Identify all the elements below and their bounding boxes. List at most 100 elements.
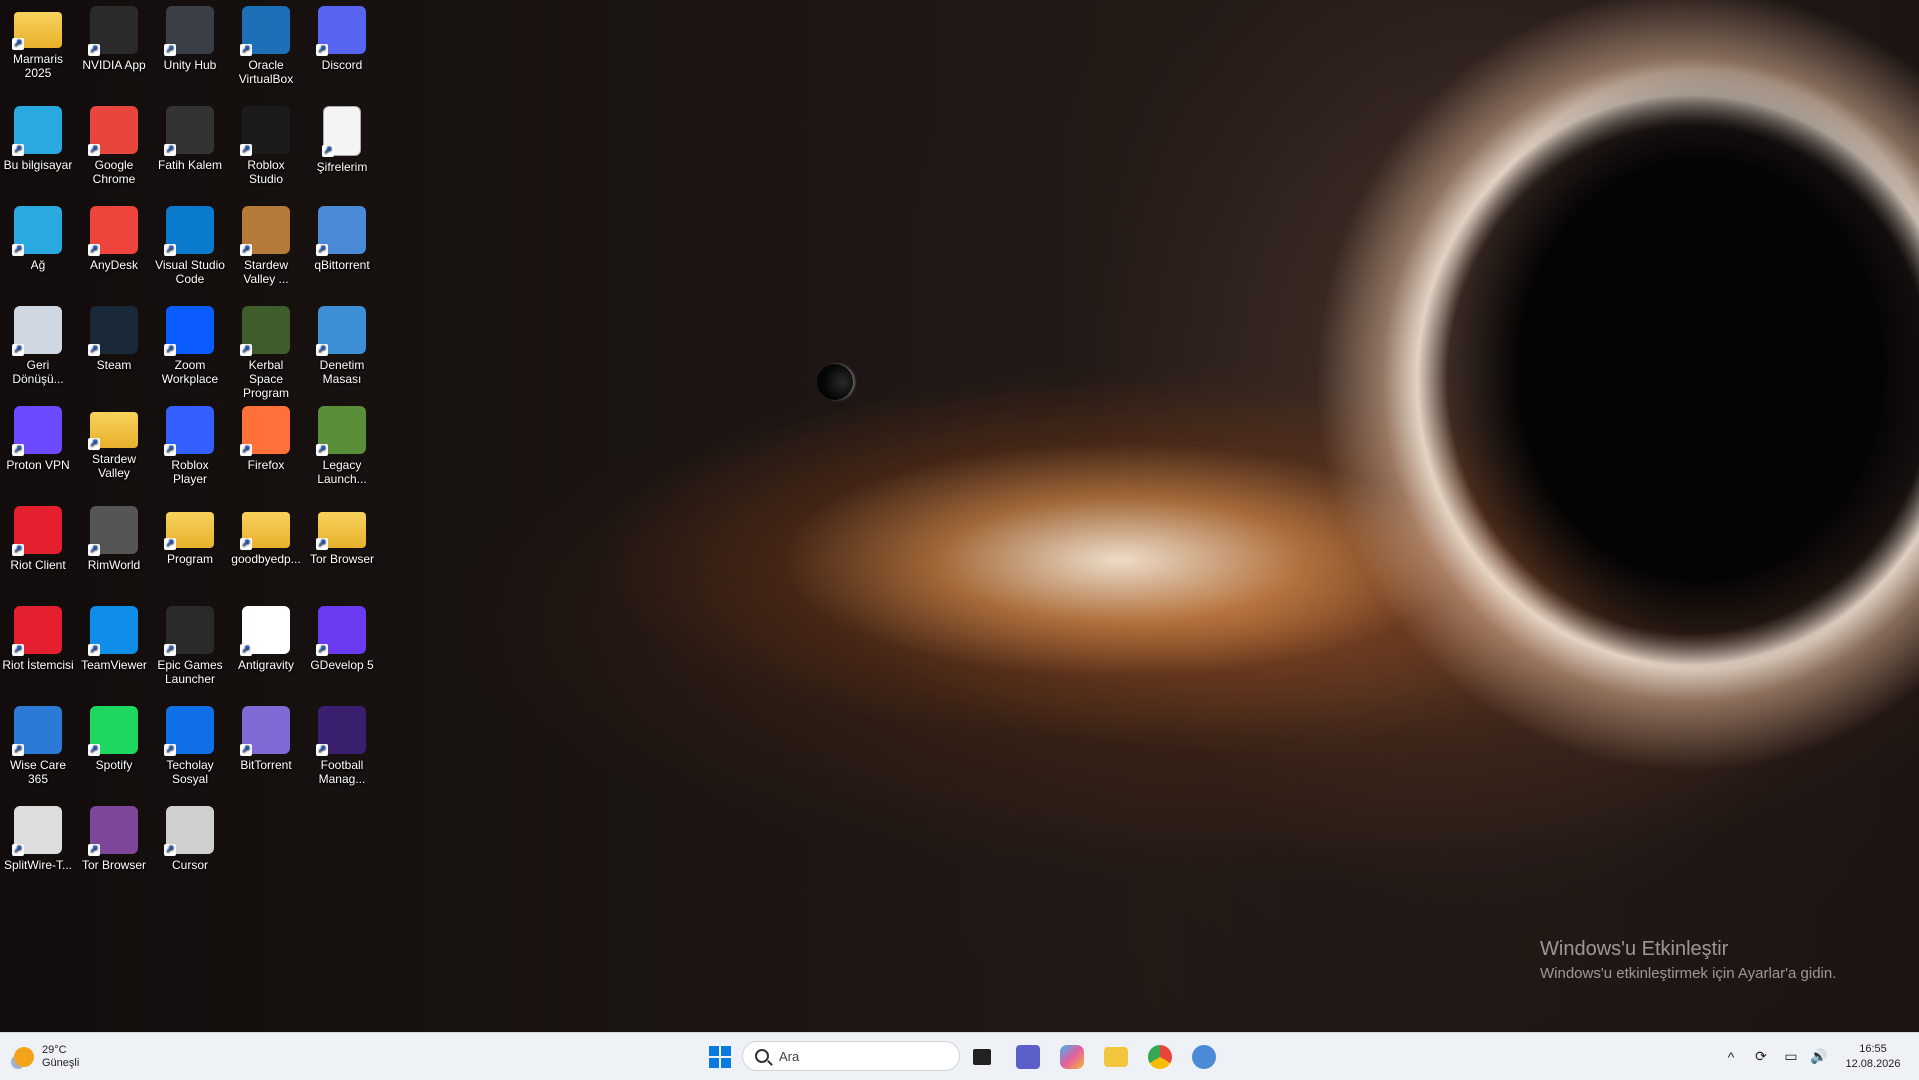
desktop-icon[interactable]: ↗ TeamViewer (78, 600, 150, 672)
desktop-icon-label: Oracle VirtualBox (238, 58, 294, 86)
desktop-icon[interactable]: ↗ Techolay Sosyal (154, 700, 226, 786)
desktop-icon[interactable]: ↗ Marmaris 2025 (2, 0, 74, 80)
desktop-icon[interactable]: ↗ qBittorrent (306, 200, 378, 272)
desktop-icon[interactable]: ↗ Geri Dönüşü... (2, 300, 74, 386)
desktop-icon[interactable]: ↗ Discord (306, 0, 378, 72)
shortcut-arrow-icon: ↗ (12, 244, 24, 256)
desktop-icon[interactable]: ↗ Spotify (78, 700, 150, 772)
shortcut-arrow-icon: ↗ (88, 544, 100, 556)
desktop-icon[interactable]: ↗ RimWorld (78, 500, 150, 572)
desktop-icon[interactable]: ↗ Steam (78, 300, 150, 372)
discord-icon: ↗ (316, 6, 366, 56)
shortcut-arrow-icon: ↗ (88, 644, 100, 656)
desktop-icon[interactable]: ↗ Şifrelerim (306, 100, 378, 174)
roblox-icon: ↗ (164, 406, 214, 456)
qbittorrent-icon (1192, 1044, 1216, 1069)
desktop-icon-label: Zoom Workplace (161, 358, 219, 386)
qbittorrent-icon: ↗ (316, 206, 366, 256)
show-hidden-icons-button[interactable]: ^ (1718, 1033, 1744, 1080)
desktop-icon[interactable]: ↗ Legacy Launch... (306, 400, 378, 486)
shortcut-arrow-icon: ↗ (88, 844, 100, 856)
desktop-icon[interactable]: ↗ Ağ (2, 200, 74, 272)
desktop-icon[interactable]: ↗ SplitWire-T... (2, 800, 74, 872)
desktop-icon[interactable]: ↗ Oracle VirtualBox (230, 0, 302, 86)
shortcut-arrow-icon: ↗ (12, 144, 24, 156)
desktop-icon[interactable]: ↗ Stardew Valley (78, 400, 150, 480)
desktop-icon[interactable]: ↗ Visual Studio Code (154, 200, 226, 286)
desktop-icon[interactable]: ↗ Tor Browser (78, 800, 150, 872)
shortcut-arrow-icon: ↗ (164, 744, 176, 756)
kerbal-icon: ↗ (240, 306, 290, 356)
desktop-icon-label: Proton VPN (6, 458, 70, 472)
qbittorrent-taskbar-button[interactable] (1184, 1033, 1224, 1080)
shortcut-arrow-icon: ↗ (316, 744, 328, 756)
folder-icon: ↗ (164, 512, 214, 550)
chrome-icon: ↗ (88, 106, 138, 156)
desktop-icon[interactable]: ↗ Proton VPN (2, 400, 74, 472)
desktop-icon[interactable]: ↗ Unity Hub (154, 0, 226, 72)
desktop-icon-label: Roblox Player (171, 458, 209, 486)
desktop-icon-label: Firefox (247, 458, 285, 472)
shortcut-arrow-icon: ↗ (240, 44, 252, 56)
chrome-taskbar-button[interactable] (1140, 1033, 1180, 1080)
desktop-icon-label: Unity Hub (163, 58, 217, 72)
sync-tray-button[interactable]: ⟳ (1748, 1033, 1774, 1080)
desktop-icon[interactable]: ↗ AnyDesk (78, 200, 150, 272)
desktop-icon[interactable]: ↗ Zoom Workplace (154, 300, 226, 386)
desktop-icon[interactable]: ↗ BitTorrent (230, 700, 302, 772)
cursor-icon: ↗ (164, 806, 214, 856)
weather-widget[interactable]: 29°C Güneşli (14, 1033, 104, 1080)
desktop-icon-label: Denetim Masası (319, 358, 365, 386)
desktop-icon[interactable]: ↗ Epic Games Launcher (154, 600, 226, 686)
desktop-icon-label: Football Manag... (318, 758, 366, 786)
firefox-icon: ↗ (240, 406, 290, 456)
shortcut-arrow-icon: ↗ (316, 244, 328, 256)
football-manager-icon: ↗ (316, 706, 366, 756)
desktop-icon[interactable]: ↗ goodbyedp... (230, 500, 302, 566)
desktop-icon[interactable]: ↗ GDevelop 5 (306, 600, 378, 672)
desktop-icon[interactable]: ↗ Denetim Masası (306, 300, 378, 386)
volume-tray-button[interactable]: 🔊 (1806, 1033, 1832, 1080)
desktop-icon[interactable]: ↗ Roblox Player (154, 400, 226, 486)
shortcut-arrow-icon: ↗ (240, 344, 252, 356)
search-box[interactable]: Ara (742, 1041, 960, 1071)
desktop-icon[interactable]: ↗ Google Chrome (78, 100, 150, 186)
desktop-icon[interactable]: ↗ Fatih Kalem (154, 100, 226, 172)
desktop-icon-label: Steam (96, 358, 132, 372)
desktop-icon[interactable]: ↗ Riot Client (2, 500, 74, 572)
desktop-icon[interactable]: ↗ Stardew Valley ... (230, 200, 302, 286)
desktop-icon[interactable]: ↗ Riot İstemcisi (2, 600, 74, 672)
shortcut-arrow-icon: ↗ (88, 144, 100, 156)
desktop-icon[interactable]: ↗ Cursor (154, 800, 226, 872)
desktop-icon-label: NVIDIA App (82, 58, 146, 72)
file-explorer-button[interactable] (1096, 1033, 1136, 1080)
shortcut-arrow-icon: ↗ (164, 344, 176, 356)
desktop-icon[interactable]: ↗ Kerbal Space Program (230, 300, 302, 400)
desktop-icon[interactable]: ↗ NVIDIA App (78, 0, 150, 72)
start-button[interactable] (700, 1033, 740, 1080)
desktop-icon[interactable]: ↗ Roblox Studio (230, 100, 302, 186)
desktop-icon[interactable]: ↗ Firefox (230, 400, 302, 472)
desktop-icon[interactable]: ↗ Antigravity (230, 600, 302, 672)
teams-button[interactable] (1008, 1033, 1048, 1080)
desktop-icon-label: Stardew Valley ... (243, 258, 289, 286)
desktop-icon[interactable]: ↗ Football Manag... (306, 700, 378, 786)
desktop-icon[interactable]: ↗ Program (154, 500, 226, 566)
clock[interactable]: 16:55 12.08.2026 (1843, 1033, 1903, 1080)
shortcut-arrow-icon: ↗ (164, 144, 176, 156)
shortcut-arrow-icon: ↗ (322, 145, 334, 157)
task-view-button[interactable] (962, 1033, 1002, 1080)
desktop-icon[interactable]: ↗ Tor Browser (306, 500, 378, 566)
shortcut-arrow-icon: ↗ (88, 744, 100, 756)
desktop-icon[interactable]: ↗ Wise Care 365 (2, 700, 74, 786)
copilot-button[interactable] (1052, 1033, 1092, 1080)
shortcut-arrow-icon: ↗ (164, 844, 176, 856)
desktop-icon-label: Stardew Valley (91, 452, 137, 480)
desktop-icon-label: Visual Studio Code (155, 258, 225, 286)
clock-time: 16:55 (1859, 1042, 1887, 1055)
desktop-icon[interactable]: ↗ Bu bilgisayar (2, 100, 74, 172)
shortcut-arrow-icon: ↗ (240, 744, 252, 756)
network-tray-button[interactable]: ▭ (1778, 1033, 1804, 1080)
epic-icon: ↗ (164, 606, 214, 656)
shortcut-arrow-icon: ↗ (164, 644, 176, 656)
